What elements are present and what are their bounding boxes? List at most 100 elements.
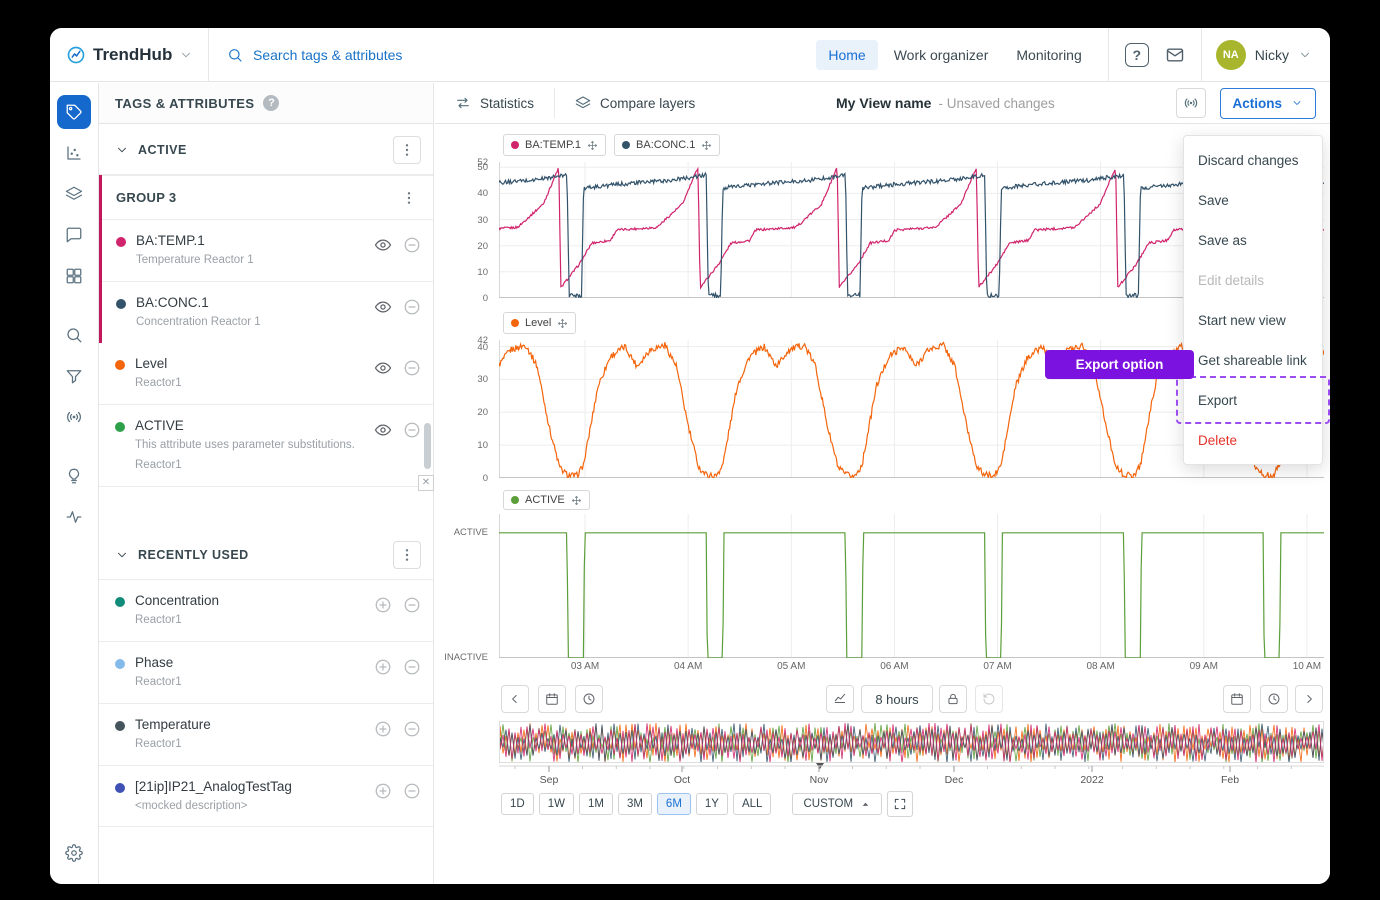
step-forward-button[interactable]	[1295, 685, 1323, 713]
chart3-legend: ACTIVE	[503, 490, 1330, 510]
avatar[interactable]: NA	[1216, 40, 1246, 70]
rail-live-signal-button[interactable]	[57, 400, 91, 434]
chevron-down-icon[interactable]	[115, 548, 129, 562]
rail-analysis-button[interactable]	[57, 136, 91, 170]
expand-range-button[interactable]	[887, 791, 913, 817]
tag-item-active[interactable]: ACTIVE This attribute uses parameter sub…	[99, 405, 433, 487]
nav-item-monitoring[interactable]: Monitoring	[1004, 40, 1093, 70]
move-icon[interactable]	[587, 140, 598, 151]
visibility-eye-icon[interactable]	[374, 298, 392, 316]
move-icon[interactable]	[571, 495, 582, 506]
recent-item-analog-test-tag[interactable]: [21ip]IP21_AnalogTestTag <mocked descrip…	[99, 766, 433, 828]
rail-tags-button[interactable]	[57, 95, 91, 129]
remove-minus-icon[interactable]	[403, 782, 421, 800]
range-1w-button[interactable]: 1W	[539, 793, 574, 815]
range-1m-button[interactable]: 1M	[579, 793, 613, 815]
rail-ideas-button[interactable]	[57, 459, 91, 493]
panel-scrollbar-thumb[interactable]	[424, 423, 431, 469]
menu-item-save[interactable]: Save	[1184, 180, 1322, 220]
trend-mode-button[interactable]	[826, 685, 854, 713]
legend-chip-active[interactable]: ACTIVE	[503, 490, 590, 510]
tag-item-ba-temp-1[interactable]: BA:TEMP.1 Temperature Reactor 1	[102, 220, 433, 282]
menu-item-save-as[interactable]: Save as	[1184, 220, 1322, 260]
remove-minus-icon[interactable]	[403, 596, 421, 614]
visibility-eye-icon[interactable]	[374, 236, 392, 254]
chevron-down-icon[interactable]	[115, 143, 129, 157]
clock-start-button[interactable]	[575, 685, 603, 713]
legend-chip-ba-temp-1[interactable]: BA:TEMP.1	[503, 134, 606, 156]
time-axis-labels: 03 AM04 AM05 AM06 AM07 AM08 AM09 AM10 AM	[499, 658, 1324, 674]
duration-field[interactable]: 8 hours	[861, 685, 933, 713]
menu-item-start-new-view[interactable]: Start new view	[1184, 300, 1322, 340]
rail-filter-button[interactable]	[57, 359, 91, 393]
menu-item-export[interactable]: Export	[1184, 380, 1322, 420]
move-icon[interactable]	[701, 140, 712, 151]
nav-item-work-organizer[interactable]: Work organizer	[882, 40, 1001, 70]
tag-item-ba-conc-1[interactable]: BA:CONC.1 Concentration Reactor 1	[102, 282, 433, 343]
move-icon[interactable]	[557, 318, 568, 329]
rail-comments-button[interactable]	[57, 218, 91, 252]
view-title: My View name - Unsaved changes	[836, 95, 1055, 111]
chart-active-step[interactable]: ACTIVEINACTIVE	[499, 514, 1324, 658]
rail-layers-button[interactable]	[57, 177, 91, 211]
rail-settings-gear-button[interactable]	[57, 836, 91, 870]
actions-button[interactable]: Actions	[1220, 88, 1317, 119]
calendar-start-button[interactable]	[538, 685, 566, 713]
nav-item-home[interactable]: Home	[816, 40, 877, 70]
legend-chip-ba-conc-1[interactable]: BA:CONC.1	[614, 134, 720, 156]
legend-chip-level[interactable]: Level	[503, 312, 576, 334]
statistics-button[interactable]: Statistics	[435, 83, 554, 123]
group-menu-button[interactable]	[397, 190, 421, 206]
help-icon[interactable]: ?	[1125, 43, 1149, 67]
tag-item-level[interactable]: Level Reactor1	[99, 343, 433, 405]
app-logo[interactable]: TrendHub	[50, 45, 208, 65]
broadcast-button[interactable]	[1176, 88, 1206, 118]
recent-item-concentration[interactable]: Concentration Reactor1	[99, 580, 433, 642]
menu-item-edit-details[interactable]: Edit details	[1184, 260, 1322, 300]
menu-item-delete[interactable]: Delete	[1184, 420, 1322, 460]
chart3-plot[interactable]	[499, 514, 1324, 658]
range-6m-button[interactable]: 6M	[657, 793, 691, 815]
panel-close-button[interactable]: ✕	[418, 475, 434, 491]
clock-end-button[interactable]	[1260, 685, 1288, 713]
remove-minus-icon[interactable]	[403, 658, 421, 676]
history-reset-button[interactable]	[975, 685, 1003, 713]
range-3m-button[interactable]: 3M	[618, 793, 652, 815]
add-plus-icon[interactable]	[374, 658, 392, 676]
add-plus-icon[interactable]	[374, 720, 392, 738]
search-input[interactable]	[253, 47, 573, 63]
section-menu-button[interactable]	[393, 136, 421, 164]
range-custom-button[interactable]: CUSTOM	[792, 793, 882, 815]
rail-dashboard-button[interactable]	[57, 259, 91, 293]
overview-strip[interactable]	[499, 721, 1324, 763]
range-all-button[interactable]: ALL	[733, 793, 771, 815]
remove-minus-icon[interactable]	[403, 720, 421, 738]
rail-search-button[interactable]	[57, 318, 91, 352]
chevron-down-icon[interactable]	[179, 48, 193, 62]
panel-help-icon[interactable]: ?	[263, 95, 279, 111]
lock-interval-button[interactable]	[939, 685, 967, 713]
step-back-button[interactable]	[501, 685, 529, 713]
calendar-end-button[interactable]	[1223, 685, 1251, 713]
menu-item-get-shareable-link[interactable]: Get shareable link	[1184, 340, 1322, 380]
add-plus-icon[interactable]	[374, 596, 392, 614]
recent-item-temperature[interactable]: Temperature Reactor1	[99, 704, 433, 766]
section-menu-button[interactable]	[393, 541, 421, 569]
compare-layers-button[interactable]: Compare layers	[555, 83, 715, 123]
rail-trends-button[interactable]	[57, 500, 91, 534]
visibility-eye-icon[interactable]	[374, 359, 392, 377]
remove-minus-icon[interactable]	[403, 236, 421, 254]
mail-icon[interactable]	[1165, 45, 1185, 65]
remove-minus-icon[interactable]	[403, 359, 421, 377]
menu-item-discard-changes[interactable]: Discard changes	[1184, 140, 1322, 180]
add-plus-icon[interactable]	[374, 782, 392, 800]
panel-title: TAGS & ATTRIBUTES	[115, 96, 254, 111]
chevron-down-icon[interactable]	[1298, 48, 1312, 62]
visibility-eye-icon[interactable]	[374, 421, 392, 439]
range-1d-button[interactable]: 1D	[501, 793, 534, 815]
range-1y-button[interactable]: 1Y	[696, 793, 728, 815]
remove-minus-icon[interactable]	[403, 421, 421, 439]
user-menu[interactable]: NA Nicky	[1202, 40, 1330, 70]
remove-minus-icon[interactable]	[403, 298, 421, 316]
recent-item-phase[interactable]: Phase Reactor1	[99, 642, 433, 704]
